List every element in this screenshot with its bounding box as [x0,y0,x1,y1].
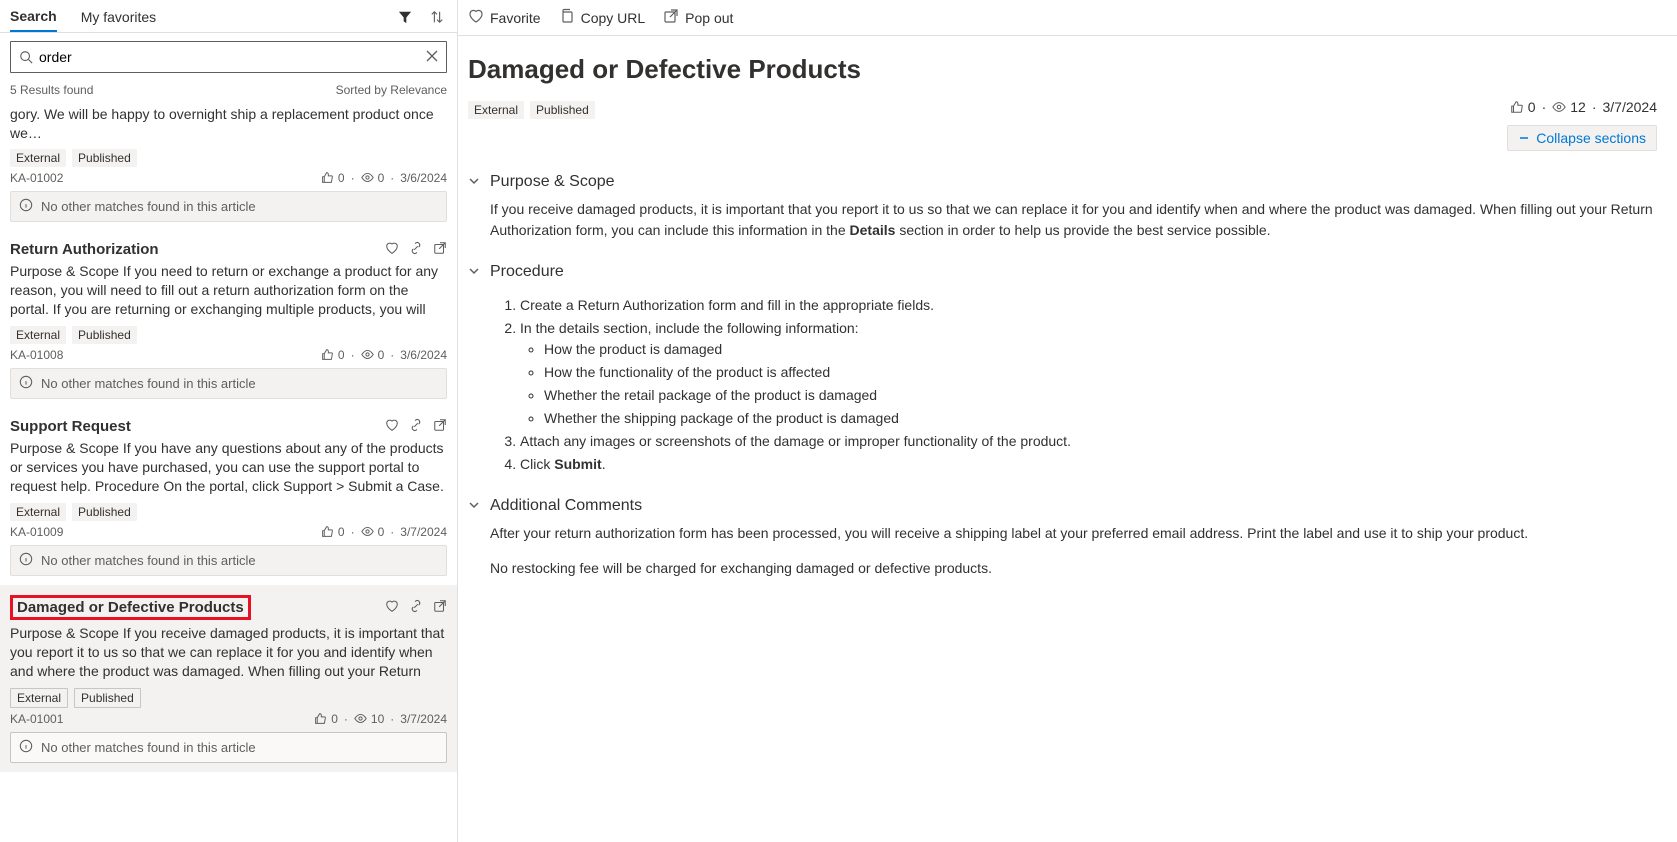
badge: Published [72,326,137,344]
search-result[interactable]: Return Authorization Purpose & Scope If … [0,231,457,408]
heart-icon[interactable] [385,241,399,258]
badge: External [10,688,68,708]
chevron-down-icon [468,175,480,190]
link-icon[interactable] [409,599,423,616]
section-header[interactable]: Additional Comments [468,497,1657,515]
search-box[interactable] [10,41,447,73]
result-snippet: gory. We will be happy to overnight ship… [10,105,447,143]
no-match-notice: No other matches found in this article [10,732,447,763]
result-title: Damaged or Defective Products [17,599,244,616]
search-result[interactable]: Damaged or Defective Products Purpose & … [0,585,457,772]
search-pane: Search My favorites 5 Results found Sort… [0,0,458,842]
sort-label: Sorted by Relevance [336,83,447,97]
heart-icon[interactable] [385,418,399,435]
section-header[interactable]: Procedure [468,263,1657,281]
badge: Published [74,688,141,708]
section-header[interactable]: Purpose & Scope [468,173,1657,191]
result-id: KA-01008 [10,348,63,362]
result-id: KA-01001 [10,712,63,726]
search-result[interactable]: gory. We will be happy to overnight ship… [0,103,457,231]
article-pane: Favorite Copy URL Pop out Damaged or Def… [458,0,1677,842]
popout-icon[interactable] [433,599,447,616]
section-procedure: Procedure Create a Return Authorization … [468,263,1657,475]
results-count: 5 Results found [10,83,93,97]
chevron-down-icon [468,499,480,514]
result-id: KA-01002 [10,171,63,185]
article-title: Damaged or Defective Products [468,54,1657,85]
badge: External [10,326,66,344]
tab-favorites[interactable]: My favorites [81,3,156,31]
view-icon [1552,100,1566,114]
chevron-down-icon [468,265,480,280]
heart-icon[interactable] [385,599,399,616]
results-list[interactable]: gory. We will be happy to overnight ship… [0,103,457,842]
search-wrap [0,33,457,81]
badge-external: External [468,101,524,119]
tab-search[interactable]: Search [10,2,57,32]
section-purpose: Purpose & Scope If you receive damaged p… [468,173,1657,241]
collapse-icon [1518,132,1530,144]
results-meta: 5 Results found Sorted by Relevance [0,81,457,103]
article-action-bar: Favorite Copy URL Pop out [458,0,1677,36]
like-icon [1510,100,1524,114]
info-icon [19,739,33,756]
badge: Published [72,149,137,167]
copyurl-button[interactable]: Copy URL [559,8,646,27]
popout-icon[interactable] [433,418,447,435]
copy-icon [559,8,575,27]
no-match-notice: No other matches found in this article [10,368,447,399]
link-icon[interactable] [409,418,423,435]
article-stats: 0· 12· 3/7/2024 [1510,99,1657,115]
collapse-sections-button[interactable]: Collapse sections [1507,125,1657,151]
badge-published: Published [530,101,595,119]
article-meta: External Published 0· 12· 3/7/2024 [468,95,1657,119]
filter-icon[interactable] [395,7,415,27]
popout-icon [663,8,679,27]
clear-search-icon[interactable] [426,49,438,65]
badge: External [10,503,66,521]
heart-icon [468,8,484,27]
result-title: Support Request [10,418,131,435]
badge: Published [72,503,137,521]
favorite-button[interactable]: Favorite [468,8,541,27]
section-additional: Additional Comments After your return au… [468,497,1657,579]
result-title: Return Authorization [10,241,159,258]
article-body: Damaged or Defective Products External P… [458,36,1677,599]
info-icon [19,198,33,215]
badge: External [10,149,66,167]
popout-button[interactable]: Pop out [663,8,733,27]
result-id: KA-01009 [10,525,63,539]
no-match-notice: No other matches found in this article [10,545,447,576]
info-icon [19,375,33,392]
no-match-notice: No other matches found in this article [10,191,447,222]
tabs-row: Search My favorites [0,0,457,33]
search-result[interactable]: Support Request Purpose & Scope If you h… [0,408,457,585]
search-input[interactable] [39,49,426,65]
link-icon[interactable] [409,241,423,258]
result-snippet: Purpose & Scope If you need to return or… [10,262,447,320]
info-icon [19,552,33,569]
sort-icon[interactable] [427,7,447,27]
result-snippet: Purpose & Scope If you receive damaged p… [10,624,447,682]
search-icon [19,50,33,64]
result-snippet: Purpose & Scope If you have any question… [10,439,447,497]
popout-icon[interactable] [433,241,447,258]
